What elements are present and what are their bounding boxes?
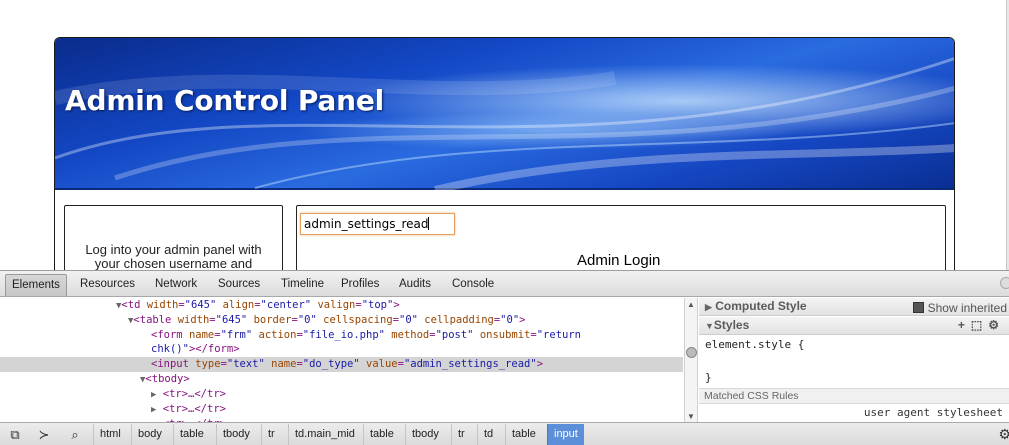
header-banner: Admin Control Panel <box>55 38 954 190</box>
expand-arrow-icon[interactable]: ▶ <box>151 390 156 400</box>
close-devtools-icon[interactable] <box>1000 277 1009 289</box>
screen: Admin Control Panel Log into your admin … <box>0 0 1009 445</box>
tab-profiles[interactable]: Profiles <box>335 274 385 296</box>
add-rule-icon[interactable]: + <box>958 318 971 332</box>
login-info-text-1: Log into your admin panel with <box>85 242 262 257</box>
dom-node-tr[interactable]: ▶ <tr>…</tr> <box>0 402 683 417</box>
computed-style-header[interactable]: ▶ Computed Style Show inherited <box>699 298 1009 316</box>
show-inherited-toggle[interactable]: Show inherited <box>912 300 1007 317</box>
breadcrumb-body[interactable]: body <box>131 424 168 445</box>
do-type-input[interactable]: admin_settings_read <box>300 213 455 235</box>
styles-header[interactable]: ▼Styles +⬚⚙ <box>699 317 1009 335</box>
tab-audits[interactable]: Audits <box>393 274 437 296</box>
element-style-rule[interactable]: element.style { <box>705 338 804 351</box>
tab-timeline[interactable]: Timeline <box>275 274 330 296</box>
tab-sources[interactable]: Sources <box>212 274 266 296</box>
search-icon[interactable]: ⌕ <box>64 426 86 444</box>
element-state-icon[interactable]: ⬚ <box>971 318 988 332</box>
checkbox-icon[interactable] <box>912 302 924 313</box>
admin-login-heading: Admin Login <box>577 252 661 269</box>
tab-resources[interactable]: Resources <box>74 274 141 296</box>
breadcrumb-html[interactable]: html <box>93 424 127 445</box>
dom-node-form[interactable]: <form name="frm" action="file_io.php" me… <box>0 328 683 343</box>
dom-node-table[interactable]: ▼<table width="645" border="0" cellspaci… <box>0 313 683 328</box>
dom-node-tbody[interactable]: ▼<tbody> <box>0 372 683 387</box>
scrollbar-thumb[interactable] <box>686 347 697 358</box>
scroll-up-icon[interactable]: ▲ <box>687 300 695 309</box>
breadcrumb-td[interactable]: td <box>477 424 499 445</box>
scroll-down-icon[interactable]: ▼ <box>687 412 695 421</box>
login-form-box: admin_settings_read Admin Login <box>296 205 946 270</box>
breadcrumb-tbody[interactable]: tbody <box>405 424 445 445</box>
user-agent-stylesheet-label: user agent stylesheet <box>863 406 1003 419</box>
devtools-panel: Elements Resources Network Sources Timel… <box>0 270 1009 445</box>
tab-elements[interactable]: Elements <box>5 274 67 296</box>
dock-icon[interactable]: ⧉ <box>4 426 26 444</box>
do-type-input-value: admin_settings_read <box>304 217 429 231</box>
dom-node-form-cont[interactable]: chk()"></form> <box>0 342 683 357</box>
element-style-close: } <box>705 371 712 384</box>
breadcrumb-tr[interactable]: tr <box>261 424 281 445</box>
tab-console[interactable]: Console <box>446 274 500 296</box>
dom-node-td[interactable]: ▼<td width="645" align="center" valign="… <box>0 298 683 313</box>
console-drawer-icon[interactable]: ≻ <box>33 426 55 444</box>
breadcrumb-tbody[interactable]: tbody <box>216 424 256 445</box>
breadcrumb-table[interactable]: table <box>173 424 210 445</box>
page-title: Admin Control Panel <box>65 84 385 117</box>
login-info-box: Log into your admin panel with your chos… <box>64 205 283 270</box>
breadcrumb-table[interactable]: table <box>363 424 400 445</box>
dom-tree-scrollbar[interactable]: ▲ ▼ <box>684 298 698 422</box>
matched-css-rules-header: Matched CSS Rules <box>699 388 1009 404</box>
breadcrumb-td-main-mid[interactable]: td.main_mid <box>288 424 361 445</box>
expand-arrow-icon[interactable]: ▶ <box>705 302 712 312</box>
web-page-viewport: Admin Control Panel Log into your admin … <box>0 0 1009 270</box>
expand-arrow-icon[interactable]: ▶ <box>151 405 156 415</box>
dom-node-input-selected[interactable]: <input type="text" name="do_type" value=… <box>0 357 683 372</box>
devtools-status-bar: ⧉ ≻ ⌕ html body table tbody tr td.main_m… <box>0 422 1009 445</box>
devtools-tab-bar: Elements Resources Network Sources Timel… <box>0 271 1009 297</box>
styles-sidebar: ▶ Computed Style Show inherited ▼Styles … <box>699 298 1009 422</box>
text-caret <box>428 217 430 230</box>
breadcrumb-tr[interactable]: tr <box>451 424 471 445</box>
breadcrumb-table[interactable]: table <box>505 424 542 445</box>
settings-icon[interactable]: ⚙ <box>988 318 1005 332</box>
admin-panel-frame: Admin Control Panel Log into your admin … <box>54 37 955 270</box>
dom-node-tr[interactable]: ▶ <tr>…</tr> <box>0 387 683 402</box>
login-info-text-2: your chosen username and <box>94 256 253 271</box>
tab-network[interactable]: Network <box>149 274 203 296</box>
settings-gear-icon[interactable]: ⚙ <box>998 426 1009 443</box>
dom-tree[interactable]: ▼<td width="645" align="center" valign="… <box>0 298 683 422</box>
collapse-arrow-icon[interactable]: ▼ <box>705 321 714 331</box>
breadcrumb-input-selected[interactable]: input <box>547 424 584 445</box>
